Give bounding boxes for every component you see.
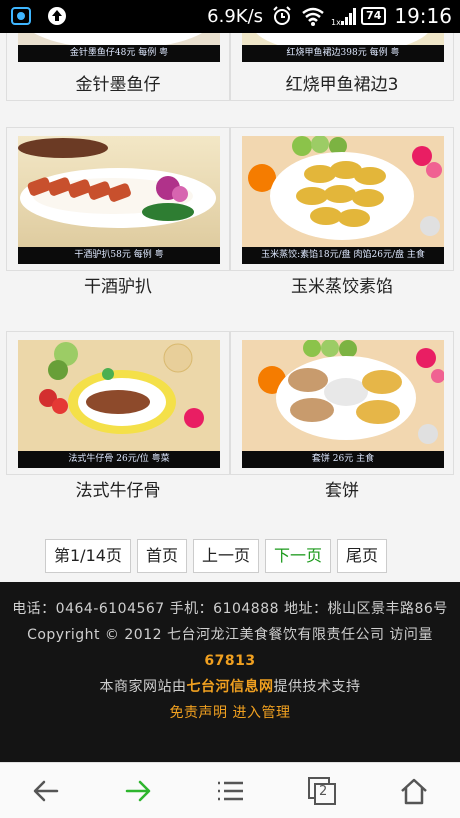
forward-button[interactable]	[116, 769, 160, 813]
dish-caption: 红烧甲鱼裙边398元 每例 粤	[242, 45, 444, 62]
tech-support: 本商家网站由七台河信息网提供技术支持	[12, 674, 448, 700]
dish-card[interactable]: 套饼 26元 主食 套饼	[230, 331, 454, 501]
menu-icon	[218, 781, 243, 800]
copyright-text: Copyright © 2012 七台河龙江美食餐饮有限责任公司 访问量	[27, 627, 433, 643]
dish-caption: 干酒驴扒58元 每例 粤	[18, 247, 220, 264]
network-speed: 6.9K/s	[207, 5, 264, 27]
support-prefix: 本商家网站由	[99, 679, 187, 695]
contact-info: 电话：0464-6104567 手机：6104888 地址：桃山区景丰路86号	[12, 601, 448, 617]
wifi-icon	[301, 5, 324, 27]
dish-caption: 法式牛仔骨 26元/位 粤菜	[18, 451, 220, 468]
status-bar: 6.9K/s 1x 74 19:16	[0, 0, 460, 33]
dish-name: 红烧甲鱼裙边3	[285, 75, 399, 95]
svg-text:1x: 1x	[331, 18, 341, 27]
signal-icon: 1x	[331, 5, 357, 27]
pagination: 第1/14页 首页 上一页 下一页 尾页	[45, 539, 387, 573]
clock: 19:16	[394, 4, 452, 28]
copyright: Copyright © 2012 七台河龙江美食餐饮有限责任公司 访问量 6781…	[12, 622, 448, 674]
arrow-left-icon	[33, 780, 59, 801]
next-page-button[interactable]: 下一页	[264, 539, 331, 573]
dish-name: 金针墨鱼仔	[75, 75, 161, 95]
support-link[interactable]: 七台河信息网	[187, 679, 274, 695]
arrow-right-icon	[125, 780, 151, 801]
page-indicator: 第1/14页	[45, 539, 131, 573]
tabs-button[interactable]: 2	[300, 769, 344, 813]
battery-indicator: 74	[361, 7, 387, 25]
home-button[interactable]	[392, 769, 436, 813]
dish-photo: 法式牛仔骨 26元/位 粤菜	[18, 340, 220, 468]
prev-page-button[interactable]: 上一页	[192, 539, 259, 573]
alarm-icon	[271, 5, 293, 27]
site-footer: 电话：0464-6104567 手机：6104888 地址：桃山区景丰路86号 …	[0, 582, 460, 762]
dish-name: 干酒驴扒	[84, 277, 152, 297]
tab-count: 2	[319, 783, 328, 799]
dish-photo: 干酒驴扒58元 每例 粤	[18, 136, 220, 264]
dish-photo: 金针墨鱼仔48元 每例 粤	[18, 33, 220, 62]
upload-notification-icon	[46, 5, 68, 27]
last-page-button[interactable]: 尾页	[336, 539, 387, 573]
dish-card[interactable]: 红烧甲鱼裙边398元 每例 粤 红烧甲鱼裙边3	[230, 33, 454, 101]
menu-button[interactable]	[208, 769, 252, 813]
dish-photo: 红烧甲鱼裙边398元 每例 粤	[242, 33, 444, 62]
dish-card[interactable]: 玉米蒸饺:素馅18元/盘 肉馅26元/盘 主食 玉米蒸饺素馅	[230, 127, 454, 297]
dish-photo: 玉米蒸饺:素馅18元/盘 肉馅26元/盘 主食	[242, 136, 444, 264]
dish-card[interactable]: 法式牛仔骨 26元/位 粤菜 法式牛仔骨	[6, 331, 230, 501]
dish-card[interactable]: 金针墨鱼仔48元 每例 粤 金针墨鱼仔	[6, 33, 230, 101]
dish-caption: 玉米蒸饺:素馅18元/盘 肉馅26元/盘 主食	[242, 247, 444, 264]
footer-links: 免责声明 进入管理	[12, 700, 448, 726]
dish-list: 金针墨鱼仔48元 每例 粤 金针墨鱼仔 红烧甲鱼裙边398元 每例 粤 红烧甲鱼…	[0, 33, 460, 582]
dish-name: 法式牛仔骨	[75, 481, 161, 501]
browser-nav-bar: 2	[0, 762, 460, 818]
dish-name: 套饼	[325, 481, 359, 501]
headset-notification-icon	[10, 5, 32, 27]
home-icon	[401, 778, 427, 804]
first-page-button[interactable]: 首页	[136, 539, 187, 573]
dish-photo: 套饼 26元 主食	[242, 340, 444, 468]
dish-card[interactable]: 干酒驴扒58元 每例 粤 干酒驴扒	[6, 127, 230, 297]
dish-caption: 金针墨鱼仔48元 每例 粤	[18, 45, 220, 62]
visit-count: 67813	[204, 653, 256, 669]
support-suffix: 提供技术支持	[273, 679, 361, 695]
dish-name: 玉米蒸饺素馅	[291, 277, 393, 297]
back-button[interactable]	[24, 769, 68, 813]
admin-link[interactable]: 进入管理	[232, 705, 290, 721]
disclaimer-link[interactable]: 免责声明	[170, 705, 228, 721]
dish-caption: 套饼 26元 主食	[242, 451, 444, 468]
